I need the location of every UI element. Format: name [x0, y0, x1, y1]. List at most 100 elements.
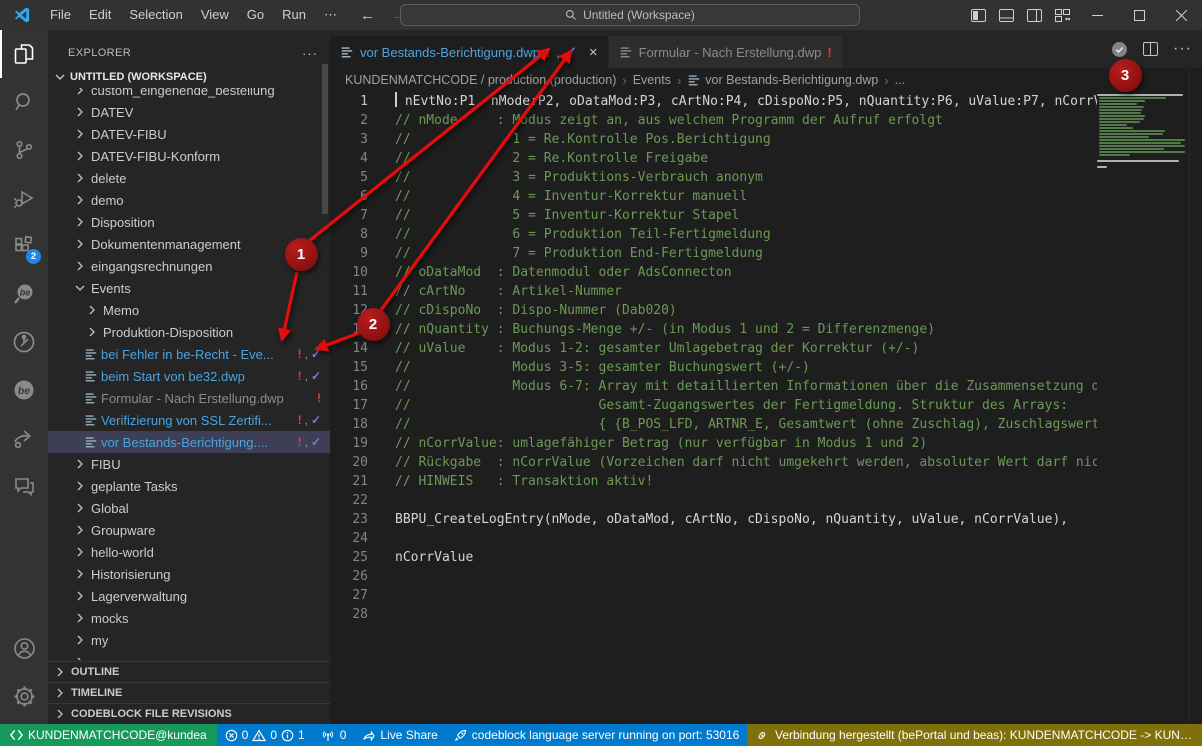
toggle-sidebar-icon[interactable] [964, 9, 992, 22]
pane-timeline[interactable]: TIMELINE [48, 682, 330, 703]
language-server-status[interactable]: codeblock language server running on por… [446, 724, 748, 746]
minimap[interactable] [1097, 94, 1185, 394]
menu-view[interactable]: View [192, 7, 238, 22]
code-editor[interactable]: 1 nEvtNo:P1, nMode:P2, oDataMod:P3, cArt… [330, 92, 1097, 724]
split-editor-icon[interactable] [1143, 42, 1158, 56]
tree-folder-custom-eingehende-bestellung[interactable]: custom_eingehende_bestellung [48, 88, 330, 101]
tree-folder-produktion-disposition[interactable]: Produktion-Disposition [48, 321, 330, 343]
code-line-22[interactable]: 22 [330, 491, 1097, 510]
be-runtime-icon[interactable] [0, 318, 48, 366]
code-line-18[interactable]: 18// { {B_POS_LFD, ARTNR_E, Gesamtwert (… [330, 415, 1097, 434]
menu-run[interactable]: Run [273, 7, 315, 22]
tree-folder-geplante-tasks[interactable]: geplante Tasks [48, 475, 330, 497]
menu-edit[interactable]: Edit [80, 7, 120, 22]
code-line-11[interactable]: 11// cArtNo : Artikel-Nummer [330, 282, 1097, 301]
tree-folder-disposition[interactable]: Disposition [48, 211, 330, 233]
be-portal-icon[interactable]: be [0, 366, 48, 414]
code-line-10[interactable]: 10// oDataMod : Datenmodul oder AdsConne… [330, 263, 1097, 282]
code-line-16[interactable]: 16// Modus 6-7: Array mit detaillierten … [330, 377, 1097, 396]
explorer-more-actions-icon[interactable]: ··· [302, 46, 318, 61]
menu-file[interactable]: File [41, 7, 80, 22]
pane-codeblock-file-revisions[interactable]: CODEBLOCK FILE REVISIONS [48, 703, 330, 724]
tree-folder-datev[interactable]: DATEV [48, 101, 330, 123]
code-line-24[interactable]: 24 [330, 529, 1097, 548]
code-line-9[interactable]: 9// 7 = Produktion End-Fertigmeldung [330, 244, 1097, 263]
code-line-3[interactable]: 3// 1 = Re.Kontrolle Pos.Berichtigung [330, 130, 1097, 149]
workspace-section-header[interactable]: UNTITLED (WORKSPACE) [48, 66, 330, 88]
nav-back-icon[interactable]: ← [360, 7, 375, 24]
code-line-1[interactable]: 1 nEvtNo:P1, nMode:P2, oDataMod:P3, cArt… [330, 92, 1097, 111]
tree-folder-memo[interactable]: Memo [48, 299, 330, 321]
menu-[interactable]: ⋯ [315, 7, 346, 22]
close-window-button[interactable] [1160, 0, 1202, 30]
tree-folder-demo[interactable]: demo [48, 189, 330, 211]
tab-vor-bestands-berichtigung[interactable]: vor Bestands-Berichtigung.dwp ! , ✓ × [330, 36, 608, 68]
editor-scrollbar[interactable] [1189, 68, 1202, 724]
tree-folder-global[interactable]: Global [48, 497, 330, 519]
explorer-icon[interactable] [0, 30, 48, 78]
code-line-27[interactable]: 27 [330, 586, 1097, 605]
code-line-17[interactable]: 17// Gesamt-Zugangswertes der Fertigmeld… [330, 396, 1097, 415]
breadcrumb-item[interactable]: KUNDENMATCHCODE / production (production… [345, 73, 616, 87]
toggle-panel-icon[interactable] [992, 9, 1020, 22]
code-line-4[interactable]: 4// 2 = Re.Kontrolle Freigabe [330, 149, 1097, 168]
extensions-icon[interactable]: 2 [0, 222, 48, 270]
share-icon[interactable] [0, 414, 48, 462]
tab-formular-nach-erstellung[interactable]: Formular - Nach Erstellung.dwp ! [608, 36, 842, 68]
problems-indicator[interactable]: 0 0 1 [217, 724, 313, 746]
account-icon[interactable] [0, 624, 48, 672]
tree-folder-groupware[interactable]: Groupware [48, 519, 330, 541]
remote-indicator[interactable]: KUNDENMATCHCODE@kundea [0, 724, 217, 746]
code-line-25[interactable]: 25nCorrValue [330, 548, 1097, 567]
tree-file-formular-nach-erstellung-dwp[interactable]: Formular - Nach Erstellung.dwp! [48, 387, 330, 409]
tree-folder-events[interactable]: Events [48, 277, 330, 299]
menu-selection[interactable]: Selection [120, 7, 191, 22]
tree-folder-eingangsrechnungen[interactable]: eingangsrechnungen [48, 255, 330, 277]
connection-status[interactable]: Verbindung hergestellt (bePortal und bea… [747, 724, 1202, 746]
toggle-secondary-sidebar-icon[interactable] [1020, 9, 1048, 22]
source-control-icon[interactable] [0, 126, 48, 174]
tree-file-beim-start-von-be32-dwp[interactable]: beim Start von be32.dwp!,✓ [48, 365, 330, 387]
code-line-6[interactable]: 6// 4 = Inventur-Korrektur manuell [330, 187, 1097, 206]
tree-folder-lagerverwaltung[interactable]: Lagerverwaltung [48, 585, 330, 607]
tree-folder-mocks[interactable]: mocks [48, 607, 330, 629]
code-line-5[interactable]: 5// 3 = Produktions-Verbrauch anonym [330, 168, 1097, 187]
code-line-8[interactable]: 8// 6 = Produktion Teil-Fertigmeldung [330, 225, 1097, 244]
tab-close-icon[interactable]: × [589, 44, 598, 61]
tree-folder-hello-world[interactable]: hello-world [48, 541, 330, 563]
code-line-15[interactable]: 15// Modus 3-5: gesamter Buchungswert (+… [330, 358, 1097, 377]
customize-layout-icon[interactable] [1048, 9, 1076, 22]
tree-folder-my[interactable]: my [48, 629, 330, 651]
tree-folder-partial[interactable] [48, 651, 330, 660]
breadcrumb-item[interactable]: ... [895, 73, 905, 87]
code-line-13[interactable]: 13// nQuantity : Buchungs-Menge +/- (in … [330, 320, 1097, 339]
tree-file-vor-bestands-berichtigung-[interactable]: vor Bestands-Berichtigung....!,✓ [48, 431, 330, 453]
tree-folder-datev-fibu-konform[interactable]: DATEV-FIBU-Konform [48, 145, 330, 167]
minimize-button[interactable] [1076, 0, 1118, 30]
code-line-2[interactable]: 2// nMode : Modus zeigt an, aus welchem … [330, 111, 1097, 130]
breadcrumb-item[interactable]: vor Bestands-Berichtigung.dwp [687, 73, 878, 87]
tree-folder-datev-fibu[interactable]: DATEV-FIBU [48, 123, 330, 145]
code-line-21[interactable]: 21// HINWEIS : Transaktion aktiv! [330, 472, 1097, 491]
editor-more-actions-icon[interactable]: ··· [1173, 40, 1192, 58]
feedback-icon[interactable] [0, 462, 48, 510]
breadcrumb[interactable]: KUNDENMATCHCODE / production (production… [330, 68, 1202, 92]
code-line-19[interactable]: 19// nCorrValue: umlagefähiger Betrag (n… [330, 434, 1097, 453]
tree-folder-historisierung[interactable]: Historisierung [48, 563, 330, 585]
code-line-28[interactable]: 28 [330, 605, 1097, 624]
code-line-7[interactable]: 7// 5 = Inventur-Korrektur Stapel [330, 206, 1097, 225]
maximize-button[interactable] [1118, 0, 1160, 30]
menu-go[interactable]: Go [238, 7, 273, 22]
breadcrumb-item[interactable]: Events [633, 73, 671, 87]
ports-indicator[interactable]: 0 [313, 724, 355, 746]
run-debug-icon[interactable] [0, 174, 48, 222]
code-line-12[interactable]: 12// cDispoNo : Dispo-Nummer (Dab020) [330, 301, 1097, 320]
code-line-23[interactable]: 23BBPU_CreateLogEntry(nMode, oDataMod, c… [330, 510, 1097, 529]
tree-folder-dokumentenmanagement[interactable]: Dokumentenmanagement [48, 233, 330, 255]
code-line-14[interactable]: 14// uValue : Modus 1-2: gesamter Umlage… [330, 339, 1097, 358]
tree-folder-delete[interactable]: delete [48, 167, 330, 189]
settings-gear-icon[interactable] [0, 672, 48, 720]
checkin-icon[interactable] [1111, 41, 1128, 58]
command-center-search[interactable]: Untitled (Workspace) [400, 4, 860, 26]
code-line-20[interactable]: 20// Rückgabe : nCorrValue (Vorzeichen d… [330, 453, 1097, 472]
